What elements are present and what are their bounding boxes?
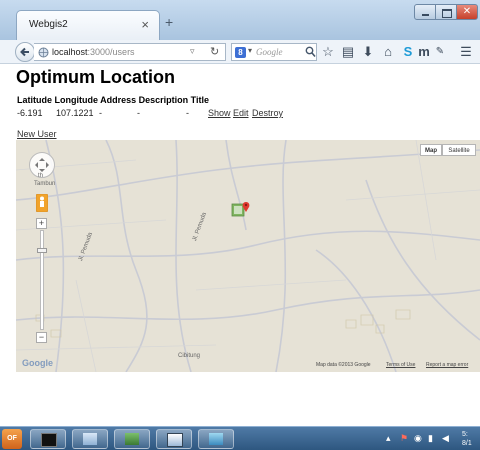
search-icon[interactable] [305,46,316,58]
google-logo[interactable]: Google [22,358,53,368]
zoom-slider-thumb[interactable] [37,248,47,253]
home-icon[interactable]: ⌂ [380,43,396,61]
map-label-north-tambun: th [38,173,44,179]
mendeley-icon[interactable]: m [416,43,432,61]
download-icon[interactable]: ⬇ [360,43,376,61]
nav-toolbar: localhost:3000/users ▿ ↻ 8 ▾ Google ☆ ▤ … [0,40,480,64]
url-dropdown-icon[interactable]: ▿ [190,46,195,57]
reload-icon[interactable]: ↻ [210,45,219,58]
back-button[interactable] [15,42,35,62]
taskbar-app-browser[interactable] [198,429,234,449]
search-engine-icon[interactable]: 8 [235,47,246,58]
zoom-in-button[interactable]: + [36,218,47,229]
bookmarks-icon[interactable]: ▤ [340,43,356,61]
page-content: Optimum Location Latitude Longitude Addr… [0,64,480,426]
browser-icon [209,433,223,445]
tab-close-icon[interactable]: × [141,17,149,32]
taskbar-app-terminal[interactable] [30,429,66,449]
back-arrow-icon [20,47,29,57]
report-map-error-link[interactable]: Report a map error [426,362,468,368]
cell-title: - [186,108,189,118]
google-map[interactable]: Map Satellite + − th Tambun Cibitung Jl.… [16,140,480,372]
window-icon [167,433,183,447]
tray-speaker-icon[interactable]: ◀ [442,433,449,444]
tray-volume-icon[interactable]: ◉ [414,433,422,444]
url-host: localhost [52,47,88,57]
taskbar: OF ▴ ⚑ ◉ ▮ ◀ 5: 8/1 [0,426,480,450]
zoom-slider-track[interactable] [40,230,44,330]
clock-date: 8/1 [462,440,472,447]
skype-icon[interactable]: S [400,43,416,61]
tab-title: Webgis2 [29,19,68,30]
cell-longitude: 107.1221 [56,108,94,118]
search-engine-dropdown-icon[interactable]: ▾ [248,46,252,55]
title-bar: Webgis2 × + ✕ [0,0,480,40]
pegman-icon[interactable] [36,194,48,212]
location-marker-icon[interactable] [231,200,253,220]
url-path: :3000/users [87,47,135,57]
browser-tab[interactable]: Webgis2 × [16,10,160,40]
cell-address: - [99,108,102,118]
globe-icon [38,47,49,58]
terminal-icon [41,433,57,447]
close-window-button[interactable]: ✕ [456,4,478,20]
menu-icon[interactable]: ☰ [458,43,474,61]
map-label-cibitung: Cibitung [178,353,201,359]
new-user-link[interactable]: New User [17,129,57,139]
tray-expand-icon[interactable]: ▴ [386,433,391,444]
taskbar-app-network[interactable] [114,429,150,449]
zoom-out-button[interactable]: − [36,332,47,343]
map-data-attribution: Map data ©2013 Google [316,362,371,368]
maximize-button[interactable] [435,4,457,20]
cell-latitude: -6.191 [17,108,43,118]
url-text: localhost:3000/users [52,47,135,57]
network-icon [125,433,139,445]
minimize-button[interactable] [414,4,436,20]
map-type-satellite-button[interactable]: Satellite [442,144,476,156]
page-title: Optimum Location [16,67,175,87]
tray-flag-icon[interactable]: ⚑ [400,433,408,444]
cell-description: - [137,108,140,118]
map-label-tambun: Tambun [34,181,56,187]
search-placeholder: Google [256,47,283,57]
browser-window: Webgis2 × + ✕ localhost:3000/users ▿ ↻ 8… [0,0,480,426]
taskbar-app-window[interactable] [156,429,192,449]
system-clock[interactable]: 5: 8/1 [462,430,472,448]
clock-time: 5: [462,431,468,438]
tray-network-icon[interactable]: ▮ [428,433,433,444]
taskbar-app-files[interactable] [72,429,108,449]
terms-of-use-link[interactable]: Terms of Use [386,362,415,368]
new-tab-button[interactable]: + [165,14,173,30]
table-headers: Latitude Longitude Address Description T… [17,95,210,105]
edit-link[interactable]: Edit [233,108,249,118]
show-link[interactable]: Show [208,108,231,118]
file-cabinet-icon [83,433,97,445]
search-bar[interactable]: 8 ▾ Google [231,43,317,61]
start-button[interactable]: OF [2,429,22,449]
address-bar[interactable]: localhost:3000/users ▿ ↻ [34,43,226,61]
destroy-link[interactable]: Destroy [252,108,283,118]
star-icon[interactable]: ☆ [320,43,336,61]
extension-icon[interactable]: ✎ [432,43,448,61]
map-type-map-button[interactable]: Map [420,144,442,156]
pan-arrows-icon [35,158,49,172]
